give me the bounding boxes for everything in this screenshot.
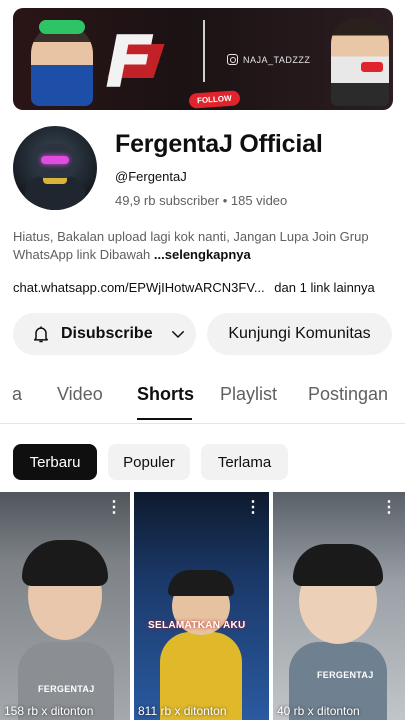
channel-tabs: a Video Shorts Playlist Postingan xyxy=(0,378,405,422)
subscribed-label: Disubscribe xyxy=(61,325,153,342)
short-2-caption: SELAMATKAN AKU xyxy=(148,620,246,631)
channel-name: FergentaJ Official xyxy=(115,130,323,158)
short-1-hair xyxy=(22,540,108,586)
short-1-views: 158 rb x ditonton xyxy=(4,704,94,718)
more-links[interactable]: dan 1 link lainnya xyxy=(274,280,374,295)
channel-links[interactable]: chat.whatsapp.com/EPWjIHotwARCN3FV... da… xyxy=(13,280,403,295)
active-tab-indicator xyxy=(137,418,192,420)
description-line-1: Hiatus, Bakalan upload lagi kok nanti, J… xyxy=(13,229,369,244)
whatsapp-link[interactable]: chat.whatsapp.com/EPWjIHotwARCN3FV... xyxy=(13,280,265,295)
description-more-link[interactable]: ...selengkapnya xyxy=(154,247,251,262)
banner-logo: F xyxy=(101,20,165,104)
banner-character-right xyxy=(331,18,389,106)
more-vert-icon[interactable]: ⋮ xyxy=(245,500,261,516)
channel-handle: @FergentaJ xyxy=(115,169,187,184)
chip-newest[interactable]: Terbaru xyxy=(13,444,97,480)
short-2-hair xyxy=(168,570,234,596)
banner-instagram: NAJA_TADZZZ xyxy=(227,54,310,65)
tabs-divider xyxy=(0,423,405,424)
subscribed-button[interactable]: Disubscribe xyxy=(13,313,196,355)
more-vert-icon[interactable]: ⋮ xyxy=(106,500,122,516)
short-3-hair xyxy=(293,544,383,586)
bell-icon xyxy=(34,326,48,343)
chevron-down-icon xyxy=(171,331,184,338)
short-3-caption: FERGENTAJ xyxy=(317,670,374,680)
chip-oldest[interactable]: Terlama xyxy=(201,444,288,480)
instagram-icon xyxy=(227,54,238,65)
tab-video[interactable]: Video xyxy=(57,384,103,405)
video-count: 185 video xyxy=(230,193,288,208)
more-vert-icon[interactable]: ⋮ xyxy=(381,500,397,516)
tab-playlist[interactable]: Playlist xyxy=(220,384,277,405)
shorts-grid: FERGENTAJ ⋮ 158 rb x ditonton SELAMATKAN… xyxy=(0,492,405,720)
short-item[interactable]: FERGENTAJ ⋮ 158 rb x ditonton xyxy=(0,492,130,720)
chip-popular[interactable]: Populer xyxy=(108,444,190,480)
avatar-visor xyxy=(41,156,69,164)
banner-logo-letter: F xyxy=(105,20,155,104)
short-item[interactable]: FERGENTAJ ⋮ 40 rb x ditonton xyxy=(273,492,405,720)
tab-shorts[interactable]: Shorts xyxy=(137,384,194,405)
tab-home[interactable]: a xyxy=(12,384,22,405)
short-2-views: 811 rb x ditonton xyxy=(138,704,227,718)
tab-posts[interactable]: Postingan xyxy=(308,384,388,405)
short-1-caption: FERGENTAJ xyxy=(38,684,95,694)
channel-meta: 49,9 rb subscriber • 185 video xyxy=(115,193,287,208)
channel-avatar[interactable] xyxy=(13,126,97,210)
banner-follow-badge: FOLLOW xyxy=(188,90,241,109)
short-3-views: 40 rb x ditonton xyxy=(277,704,360,718)
subscriber-count: 49,9 rb subscriber xyxy=(115,193,220,208)
banner-divider xyxy=(203,20,205,82)
channel-description[interactable]: Hiatus, Bakalan upload lagi kok nanti, J… xyxy=(13,228,395,264)
short-item[interactable]: SELAMATKAN AKU ⋮ 811 rb x ditonton xyxy=(134,492,269,720)
visit-community-button[interactable]: Kunjungi Komunitas xyxy=(207,313,392,355)
banner-instagram-handle: NAJA_TADZZZ xyxy=(243,54,311,65)
channel-banner: F NAJA_TADZZZ FOLLOW xyxy=(13,8,393,110)
meta-separator: • xyxy=(222,193,228,208)
description-line-2: WhatsApp link Dibawah xyxy=(13,247,151,262)
banner-character-left xyxy=(31,20,93,106)
